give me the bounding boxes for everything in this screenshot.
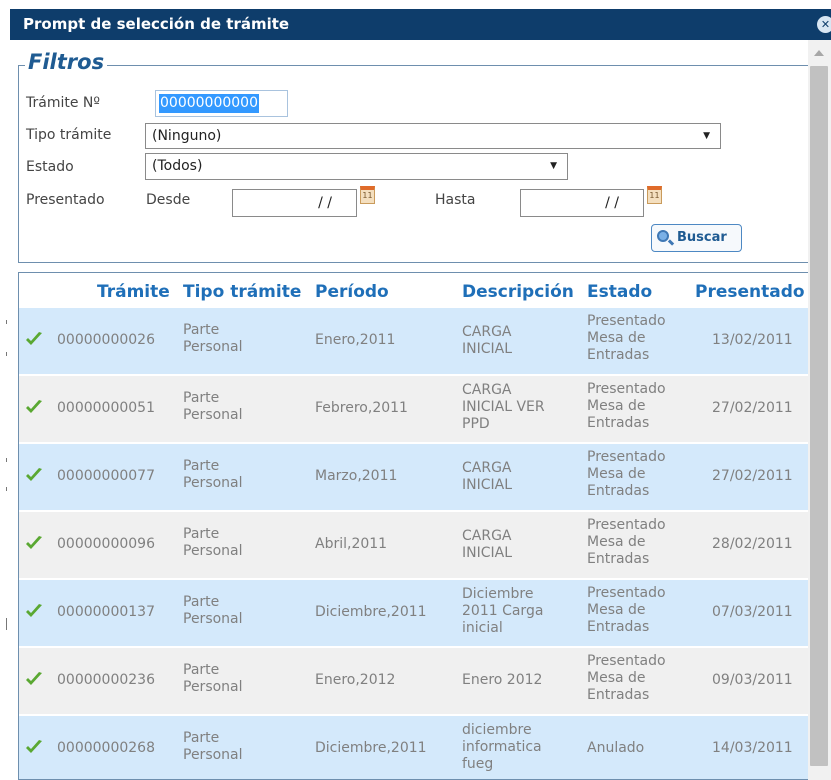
cell-tramite: 00000000026	[57, 332, 155, 348]
column-header-descripcion[interactable]: Descripción	[462, 282, 574, 302]
cell-periodo: Marzo,2011	[315, 468, 398, 484]
chevron-down-icon: ▼	[550, 161, 557, 171]
cell-estado: Presentado Mesa de Entradas	[587, 449, 666, 499]
hasta-date-value: / /	[605, 195, 619, 211]
tipo-tramite-value: (Ninguno)	[152, 128, 222, 144]
cell-tramite: 00000000096	[57, 536, 155, 552]
table-row[interactable]: 00000000137 Parte Personal Diciembre,2011 D…	[19, 580, 808, 648]
cell-descripcion: CARGA INICIAL	[462, 324, 513, 357]
column-header-tramite[interactable]: Trámite	[97, 282, 170, 302]
presentado-label: Presentado	[26, 192, 105, 208]
check-icon	[26, 672, 42, 685]
cell-periodo: Enero,2011	[315, 332, 396, 348]
buscar-button[interactable]: Buscar	[651, 224, 742, 252]
cell-tipo: Parte Personal	[183, 322, 243, 355]
dialog-title-bar[interactable]: Prompt de selección de trámite ✕	[10, 9, 831, 40]
table-row[interactable]: 00000000268 Parte Personal Diciembre,2011 d…	[19, 716, 808, 779]
cell-presentado: 07/03/2011	[712, 604, 793, 620]
cell-estado: Presentado Mesa de Entradas	[587, 653, 666, 703]
desde-label: Desde	[146, 192, 191, 208]
cell-descripcion: CARGA INICIAL	[462, 460, 513, 493]
cell-estado: Presentado Mesa de Entradas	[587, 381, 666, 431]
check-icon	[26, 740, 42, 753]
column-header-presentado[interactable]: Presentado	[695, 282, 805, 302]
tipo-tramite-label: Tipo trámite	[26, 127, 112, 143]
buscar-label: Buscar	[677, 230, 727, 245]
cell-descripcion: diciembre informatica fueg	[462, 722, 542, 772]
cell-periodo: Diciembre,2011	[315, 604, 427, 620]
cell-presentado: 27/02/2011	[712, 400, 793, 416]
cell-tipo: Parte Personal	[183, 390, 243, 423]
estado-value: (Todos)	[152, 158, 203, 174]
tipo-tramite-select[interactable]: (Ninguno) ▼	[145, 123, 721, 149]
estado-select[interactable]: (Todos) ▼	[145, 153, 568, 180]
cell-tipo: Parte Personal	[183, 730, 243, 763]
table-row[interactable]: 00000000026 Parte Personal Enero,2011 CARGA…	[19, 308, 808, 376]
cell-descripcion: Diciembre 2011 Carga inicial	[462, 586, 544, 636]
cell-presentado: 09/03/2011	[712, 672, 793, 688]
cell-tramite: 00000000051	[57, 400, 155, 416]
dialog-title: Prompt de selección de trámite	[23, 15, 290, 33]
cell-tipo: Parte Personal	[183, 594, 243, 627]
column-header-tipo-tramite[interactable]: Tipo trámite	[183, 282, 301, 302]
tramite-label: Trámite Nº	[26, 95, 100, 111]
cell-estado: Presentado Mesa de Entradas	[587, 517, 666, 567]
tramites-grid: Trámite Tipo trámite Período Descripción…	[18, 272, 808, 780]
cell-periodo: Abril,2011	[315, 536, 388, 552]
close-icon[interactable]: ✕	[817, 16, 831, 33]
cell-periodo: Enero,2012	[315, 672, 396, 688]
table-row[interactable]: 00000000077 Parte Personal Marzo,2011 CARGA…	[19, 444, 808, 512]
search-icon	[657, 230, 669, 242]
cell-tipo: Parte Personal	[183, 458, 243, 491]
cell-estado: Presentado Mesa de Entradas	[587, 585, 666, 635]
cell-tramite: 00000000236	[57, 672, 155, 688]
column-header-periodo[interactable]: Período	[315, 282, 389, 302]
cell-presentado: 13/02/2011	[712, 332, 793, 348]
cell-tramite: 00000000137	[57, 604, 155, 620]
table-row[interactable]: 00000000051 Parte Personal Febrero,2011 CAR…	[19, 376, 808, 444]
cell-tramite: 00000000268	[57, 740, 155, 756]
cell-estado: Anulado	[587, 740, 645, 756]
desde-date-value: / /	[318, 195, 332, 211]
column-header-estado[interactable]: Estado	[587, 282, 652, 302]
scroll-up-arrow-icon[interactable]	[814, 50, 824, 56]
hasta-label: Hasta	[435, 192, 476, 208]
estado-label: Estado	[26, 159, 74, 175]
cell-descripcion: CARGA INICIAL VER PPD	[462, 382, 545, 432]
cell-periodo: Diciembre,2011	[315, 740, 427, 756]
hasta-date-input[interactable]: / /	[520, 189, 644, 217]
dialog-body: Filtros Trámite Nº 00000000000 Tipo trám…	[10, 40, 831, 780]
cell-presentado: 28/02/2011	[712, 536, 793, 552]
grid-header: Trámite Tipo trámite Período Descripción…	[19, 273, 808, 309]
table-row[interactable]: 00000000096 Parte Personal Abril,2011 CARGA…	[19, 512, 808, 580]
check-icon	[26, 604, 42, 617]
cell-descripcion: CARGA INICIAL	[462, 528, 513, 561]
cell-tipo: Parte Personal	[183, 662, 243, 695]
background-page-edge	[0, 0, 10, 780]
check-icon	[26, 468, 42, 481]
cell-presentado: 14/03/2011	[712, 740, 793, 756]
cell-periodo: Febrero,2011	[315, 400, 408, 416]
cell-descripcion: Enero 2012	[462, 672, 543, 688]
scroll-thumb[interactable]	[810, 66, 828, 766]
cell-presentado: 27/02/2011	[712, 468, 793, 484]
tramite-input[interactable]: 00000000000	[155, 90, 288, 117]
vertical-scrollbar[interactable]	[808, 40, 831, 780]
cell-tramite: 00000000077	[57, 468, 155, 484]
chevron-down-icon: ▼	[703, 131, 710, 141]
cell-estado: Presentado Mesa de Entradas	[587, 313, 666, 363]
calendar-icon[interactable]: 11	[360, 186, 375, 204]
check-icon	[26, 536, 42, 549]
cell-tipo: Parte Personal	[183, 526, 243, 559]
tramite-input-value: 00000000000	[159, 94, 259, 113]
filters-legend: Filtros	[25, 50, 108, 74]
desde-date-input[interactable]: / /	[232, 189, 357, 217]
calendar-icon[interactable]: 11	[647, 186, 662, 204]
filters-fieldset: Filtros Trámite Nº 00000000000 Tipo trám…	[18, 50, 808, 263]
check-icon	[26, 332, 42, 345]
check-icon	[26, 400, 42, 413]
table-row[interactable]: 00000000236 Parte Personal Enero,2012 Enero…	[19, 648, 808, 716]
